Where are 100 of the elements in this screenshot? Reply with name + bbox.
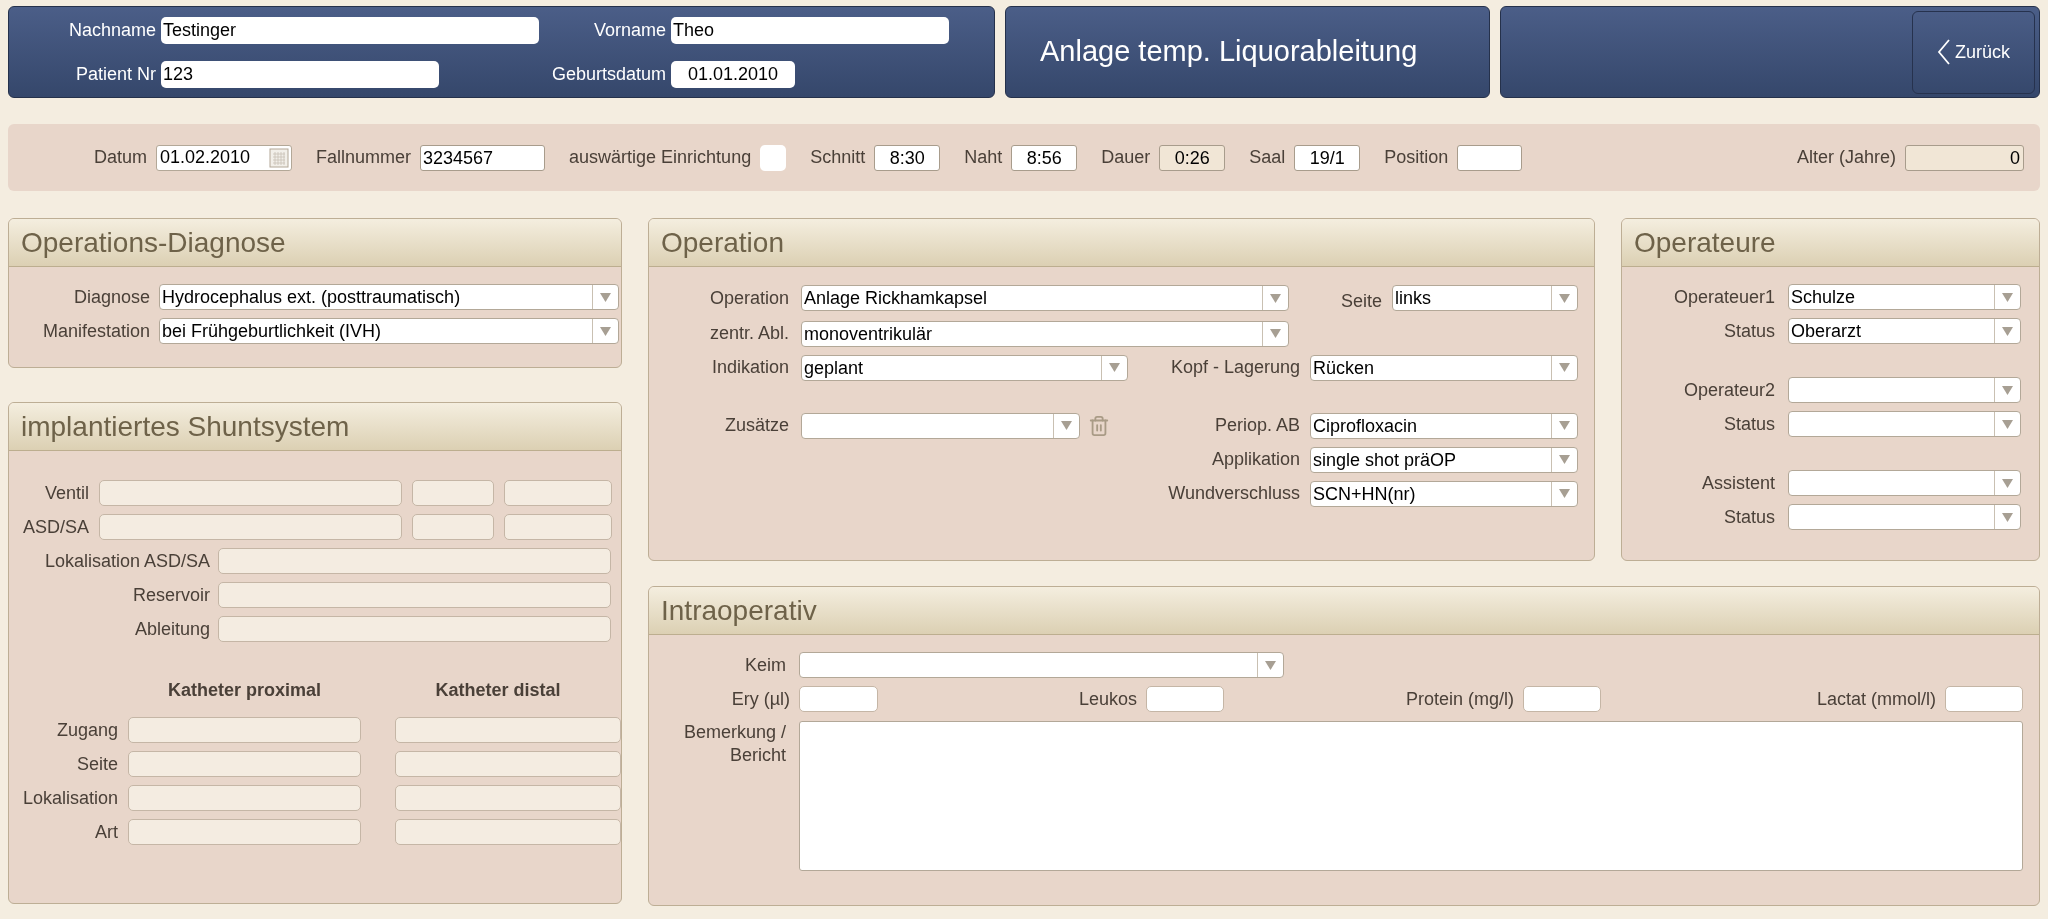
dropdown-field[interactable]: Hydrocephalus ext. (posttraumatisch) <box>159 284 619 310</box>
dropdown-field[interactable]: single shot präOP <box>1310 446 1578 473</box>
field-label: Status <box>1722 412 1775 436</box>
field-label: Dauer <box>1101 146 1151 169</box>
input-field[interactable] <box>128 717 361 743</box>
input-field[interactable] <box>128 785 361 811</box>
dropdown-field[interactable]: monoventrikulär <box>801 320 1289 347</box>
input-field[interactable] <box>1945 686 2023 712</box>
field-label: Assistent <box>1700 471 1775 495</box>
page-title: Anlage temp. Liquorableitung <box>1040 34 1418 70</box>
text-field[interactable]: 123 <box>161 60 439 88</box>
input-field[interactable] <box>1523 686 1601 712</box>
text-field[interactable]: 01.01.2010 <box>671 60 795 88</box>
caret-down-icon <box>2002 419 2013 429</box>
back-button[interactable]: Zurück <box>1912 10 2035 94</box>
column-heading: Katheter distal <box>434 679 562 702</box>
remarks-textarea[interactable] <box>799 721 2023 871</box>
caret-down-icon <box>1559 421 1570 430</box>
field-label: Saal <box>1249 146 1286 169</box>
input-field[interactable] <box>395 717 621 743</box>
field-label: Wundverschluss <box>1168 482 1300 505</box>
caret-down-icon <box>1559 293 1570 303</box>
dropdown-field[interactable]: Rücken <box>1310 354 1578 381</box>
caret-down-icon <box>1559 455 1570 464</box>
text-field[interactable]: Testinger <box>161 16 539 44</box>
field-label: Indikation <box>710 356 789 379</box>
input-field[interactable] <box>1146 686 1224 712</box>
dropdown-field[interactable] <box>799 652 1284 678</box>
input-field[interactable] <box>218 548 611 574</box>
caret-down-icon <box>1270 293 1281 303</box>
input-field[interactable] <box>128 819 361 845</box>
dropdown-field[interactable] <box>1788 377 2021 403</box>
dropdown-field[interactable]: Ciprofloxacin <box>1310 412 1578 439</box>
dropdown-field[interactable] <box>1788 470 2021 496</box>
field-label: ASD/SA <box>21 515 89 539</box>
dropdown-field[interactable] <box>1788 411 2021 437</box>
text-field[interactable]: Theo <box>671 16 949 44</box>
field-label: Seite <box>1340 290 1382 313</box>
input-field[interactable] <box>99 514 402 540</box>
panel-title: Operations-Diagnose <box>21 225 286 260</box>
input-field[interactable] <box>799 686 878 712</box>
dropdown-field[interactable]: links <box>1392 285 1578 312</box>
dropdown-field[interactable] <box>801 412 1080 439</box>
dropdown-field[interactable]: Oberarzt <box>1788 318 2021 344</box>
date-field[interactable]: 01.02.2010 <box>156 144 292 171</box>
field-label: Kopf - Lagerung <box>1170 356 1300 379</box>
caret-down-icon <box>1109 363 1120 372</box>
panel-title: Operateure <box>1634 225 1776 260</box>
field-label: Bemerkung / Bericht <box>682 721 786 766</box>
dropdown-field[interactable]: Schulze <box>1788 284 2021 310</box>
input-field[interactable] <box>99 480 402 506</box>
trash-icon[interactable] <box>1088 414 1110 437</box>
field-label: Operation <box>708 287 789 310</box>
caret-down-icon <box>600 292 611 302</box>
field-label: auswärtige Einrichtung <box>569 146 752 169</box>
field-label: Patient Nr <box>74 62 157 86</box>
input-field[interactable] <box>218 616 611 642</box>
field-label: Fallnummer <box>316 146 412 169</box>
caret-down-icon <box>1061 421 1072 430</box>
text-field[interactable]: 8:56 <box>1011 144 1078 171</box>
caret-down-icon <box>2002 292 2013 302</box>
field-label: Keim <box>744 653 786 677</box>
dropdown-field[interactable]: bei Frühgeburtlichkeit (IVH) <box>159 318 619 344</box>
text-field[interactable] <box>1457 144 1523 171</box>
field-label: Naht <box>964 146 1003 169</box>
input-field[interactable] <box>128 751 361 777</box>
input-field[interactable] <box>504 480 612 506</box>
dropdown-field[interactable] <box>1788 504 2021 530</box>
field-label: Ventil <box>43 481 89 505</box>
text-field[interactable]: 8:30 <box>874 144 941 171</box>
calendar-icon <box>269 147 289 168</box>
field-label: Applikation <box>1211 448 1300 471</box>
checkbox[interactable] <box>760 144 787 171</box>
field-label: Vorname <box>592 18 667 42</box>
input-field[interactable] <box>412 514 494 540</box>
input-field[interactable] <box>395 751 621 777</box>
field-label: Ery (µl) <box>730 687 790 711</box>
input-field[interactable] <box>218 582 611 608</box>
input-field[interactable] <box>504 514 612 540</box>
field-label: Position <box>1384 146 1449 169</box>
field-label: Operateur2 <box>1682 378 1775 402</box>
field-label: zentr. Abl. <box>708 322 789 345</box>
input-field[interactable] <box>395 819 621 845</box>
caret-down-icon <box>2002 512 2013 522</box>
input-field[interactable] <box>412 480 494 506</box>
field-label: Seite <box>75 752 118 776</box>
caret-down-icon <box>600 326 611 336</box>
dropdown-field[interactable]: geplant <box>801 354 1128 381</box>
caret-down-icon <box>1559 489 1570 498</box>
input-field[interactable] <box>395 785 621 811</box>
dropdown-field[interactable]: Anlage Rickhamkapsel <box>801 285 1289 312</box>
field-label: Protein (mg/l) <box>1405 687 1514 711</box>
text-field[interactable]: 19/1 <box>1294 144 1361 171</box>
field-label: Lokalisation <box>21 786 118 810</box>
field-label: Zugang <box>55 718 118 742</box>
chevron-left-icon <box>1937 38 1951 66</box>
text-field[interactable]: 3234567 <box>420 144 546 171</box>
field-label: Periop. AB <box>1214 414 1300 437</box>
caret-down-icon <box>1270 329 1281 338</box>
dropdown-field[interactable]: SCN+HN(nr) <box>1310 480 1578 507</box>
